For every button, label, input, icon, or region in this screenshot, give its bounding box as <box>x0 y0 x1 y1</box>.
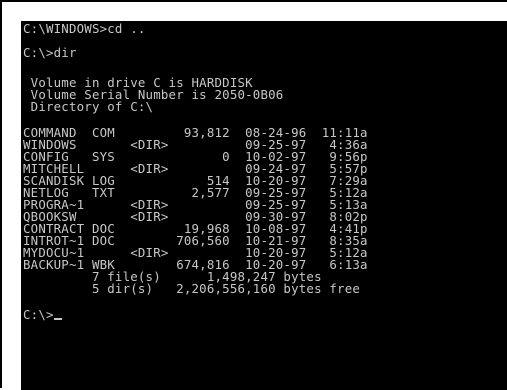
console-output: C:\WINDOWS>cd .. C:\>dir Volume in drive … <box>23 21 368 322</box>
directory-of-line: Directory of C:\ <box>23 99 154 114</box>
text-cursor <box>53 318 62 320</box>
console-screen[interactable]: C:\WINDOWS>cd .. C:\>dir Volume in drive … <box>21 21 507 390</box>
command-prompt[interactable]: C:\> <box>23 307 368 322</box>
prompt-line-dir: C:\>dir <box>23 45 77 60</box>
dir-count-summary: 5 dir(s) 2,206,556,160 bytes free <box>23 281 361 296</box>
prompt-text: C:\> <box>23 307 54 322</box>
console-window-frame: C:\WINDOWS>cd .. C:\>dir Volume in drive … <box>0 0 507 390</box>
prompt-line-cd: C:\WINDOWS>cd .. <box>23 21 146 36</box>
